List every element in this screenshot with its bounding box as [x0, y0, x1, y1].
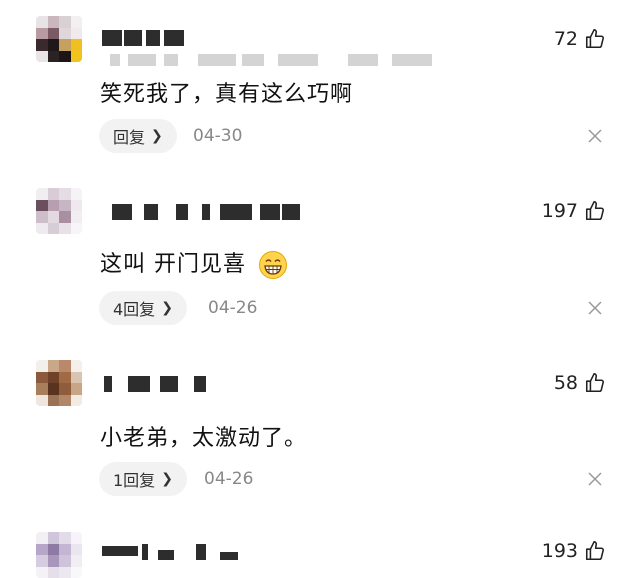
- like-button[interactable]: 193: [542, 540, 606, 562]
- chevron-right-icon: ❯: [161, 471, 173, 487]
- reply-label: 4回复: [113, 300, 156, 319]
- comment-date: 04-30: [193, 126, 243, 146]
- username-redacted[interactable]: [102, 30, 187, 46]
- thumbs-up-icon: [585, 541, 604, 561]
- like-count: 197: [541, 200, 578, 222]
- like-button[interactable]: 58: [554, 372, 606, 394]
- reply-button[interactable]: 回复 ❯: [99, 119, 177, 153]
- like-count: 72: [553, 28, 578, 50]
- comment-text: 这叫 开门见喜: [100, 246, 288, 280]
- thumbs-up-icon: [585, 201, 604, 221]
- close-icon[interactable]: [588, 129, 602, 143]
- comment-date: 04-26: [204, 469, 254, 489]
- grinning-emoji-icon: [259, 251, 287, 279]
- username-redacted[interactable]: [102, 376, 212, 392]
- like-button[interactable]: 197: [542, 200, 606, 222]
- close-icon[interactable]: [588, 472, 602, 486]
- comment-text-content: 这叫 开门见喜: [100, 252, 246, 277]
- username-redacted[interactable]: [102, 544, 242, 560]
- reply-button[interactable]: 1回复 ❯: [99, 462, 187, 496]
- avatar[interactable]: [36, 16, 82, 62]
- reply-label: 1回复: [113, 471, 156, 490]
- chevron-right-icon: ❯: [151, 128, 163, 144]
- user-meta-redacted: [102, 54, 432, 66]
- chevron-right-icon: ❯: [161, 300, 173, 316]
- close-icon[interactable]: [588, 301, 602, 315]
- comment-text: 小老弟，太激动了。: [100, 426, 308, 451]
- like-button[interactable]: 72: [554, 28, 606, 50]
- reply-label: 回复: [113, 128, 146, 147]
- avatar[interactable]: [36, 360, 82, 406]
- thumbs-up-icon: [585, 373, 604, 393]
- like-count: 58: [553, 372, 578, 394]
- comment-text: 笑死我了，真有这么巧啊: [100, 82, 354, 107]
- avatar[interactable]: [36, 188, 82, 234]
- avatar[interactable]: [36, 532, 82, 578]
- username-redacted[interactable]: [102, 204, 302, 220]
- reply-button[interactable]: 4回复 ❯: [99, 291, 187, 325]
- comment-date: 04-26: [208, 298, 258, 318]
- thumbs-up-icon: [585, 29, 604, 49]
- like-count: 193: [541, 540, 578, 562]
